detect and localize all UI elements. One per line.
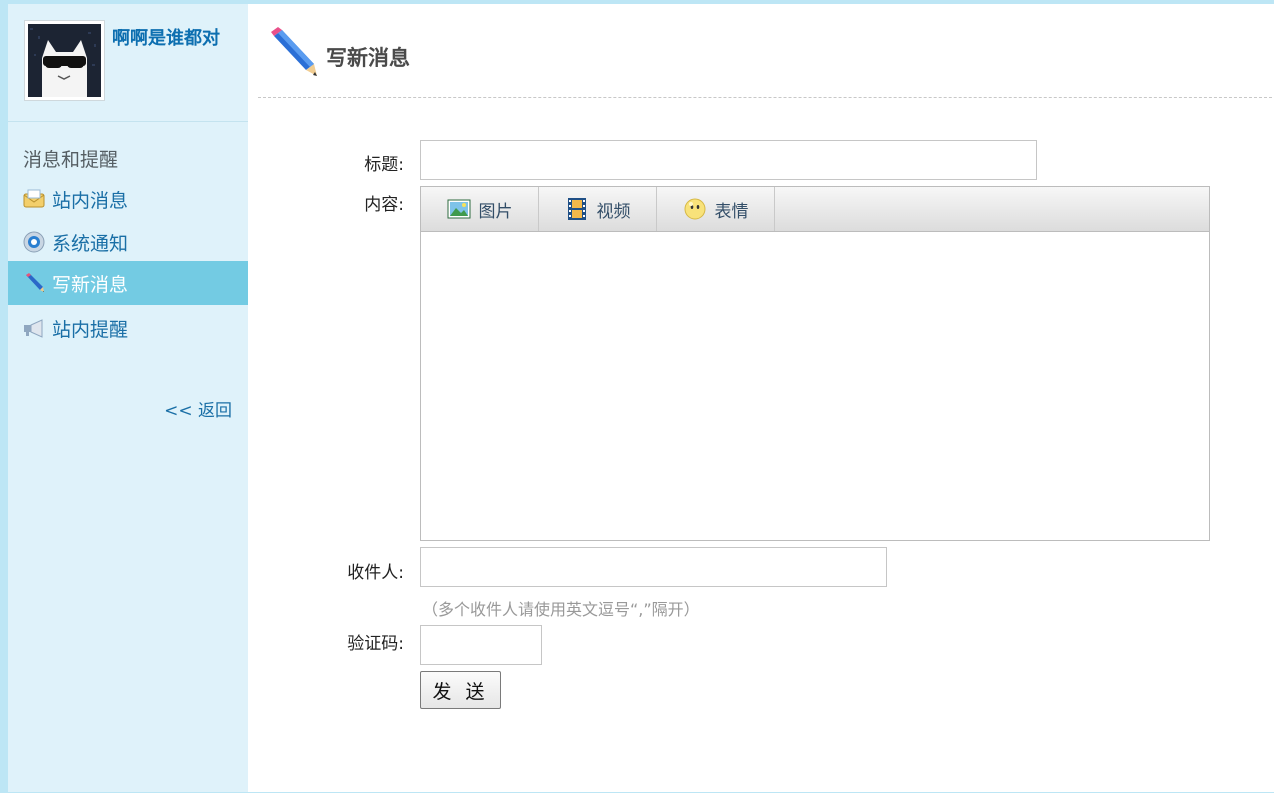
insert-video-button[interactable]: 视频 xyxy=(539,187,657,231)
toolbar-label: 表情 xyxy=(714,201,749,222)
title-label: 标题: xyxy=(364,155,404,175)
smiley-icon xyxy=(683,197,707,221)
sidebar-item-label: 站内消息 xyxy=(52,189,129,212)
envelope-icon xyxy=(22,187,46,211)
sidebar-item-compose[interactable]: 写新消息 xyxy=(8,261,248,305)
sidebar-item-label: 系统通知 xyxy=(52,232,129,255)
captcha-label: 验证码: xyxy=(347,634,404,654)
nav-heading: 消息和提醒 xyxy=(23,149,119,171)
toolbar-label: 图片 xyxy=(478,201,513,222)
image-icon xyxy=(447,197,471,221)
insert-emoji-button[interactable]: 表情 xyxy=(657,187,775,231)
captcha-input[interactable] xyxy=(420,625,542,665)
title-input[interactable] xyxy=(420,140,1037,180)
back-link[interactable]: << 返回 xyxy=(164,396,232,421)
content-editor: 图片 视频 表情 xyxy=(420,186,1210,541)
recipient-hint: （多个收件人请使用英文逗号“,”隔开） xyxy=(422,600,700,619)
sidebar-item-reminders[interactable]: 站内提醒 xyxy=(8,306,248,350)
sidebar-item-label: 站内提醒 xyxy=(52,318,129,341)
notification-icon xyxy=(22,230,46,254)
bottom-border xyxy=(0,792,1274,802)
profile-panel: 啊啊是谁都对 xyxy=(8,4,248,122)
page-title: 写新消息 xyxy=(326,46,410,70)
toolbar-label: 视频 xyxy=(596,201,631,222)
pencil-icon xyxy=(22,271,46,295)
sidebar-item-label: 写新消息 xyxy=(52,273,129,296)
editor-toolbar: 图片 视频 表情 xyxy=(421,187,1209,232)
pencil-icon xyxy=(270,26,320,78)
sidebar-item-system-notice[interactable]: 系统通知 xyxy=(8,220,248,264)
sidebar: 啊啊是谁都对 消息和提醒 站内消息 系统通知 写新消息 站内提醒 << 返回 xyxy=(8,4,248,792)
avatar-image xyxy=(28,24,101,97)
insert-image-button[interactable]: 图片 xyxy=(421,187,539,231)
megaphone-icon xyxy=(22,316,46,340)
avatar[interactable] xyxy=(24,20,105,101)
sidebar-item-inbox[interactable]: 站内消息 xyxy=(8,177,248,221)
recipient-input[interactable] xyxy=(420,547,887,587)
page-header: 写新消息 xyxy=(258,4,1272,98)
recipient-label: 收件人: xyxy=(347,563,404,583)
send-button[interactable]: 发 送 xyxy=(420,671,501,709)
username[interactable]: 啊啊是谁都对 xyxy=(112,24,220,50)
film-icon xyxy=(565,197,589,221)
content-label: 内容: xyxy=(364,195,404,215)
content-textarea[interactable] xyxy=(421,232,1209,540)
